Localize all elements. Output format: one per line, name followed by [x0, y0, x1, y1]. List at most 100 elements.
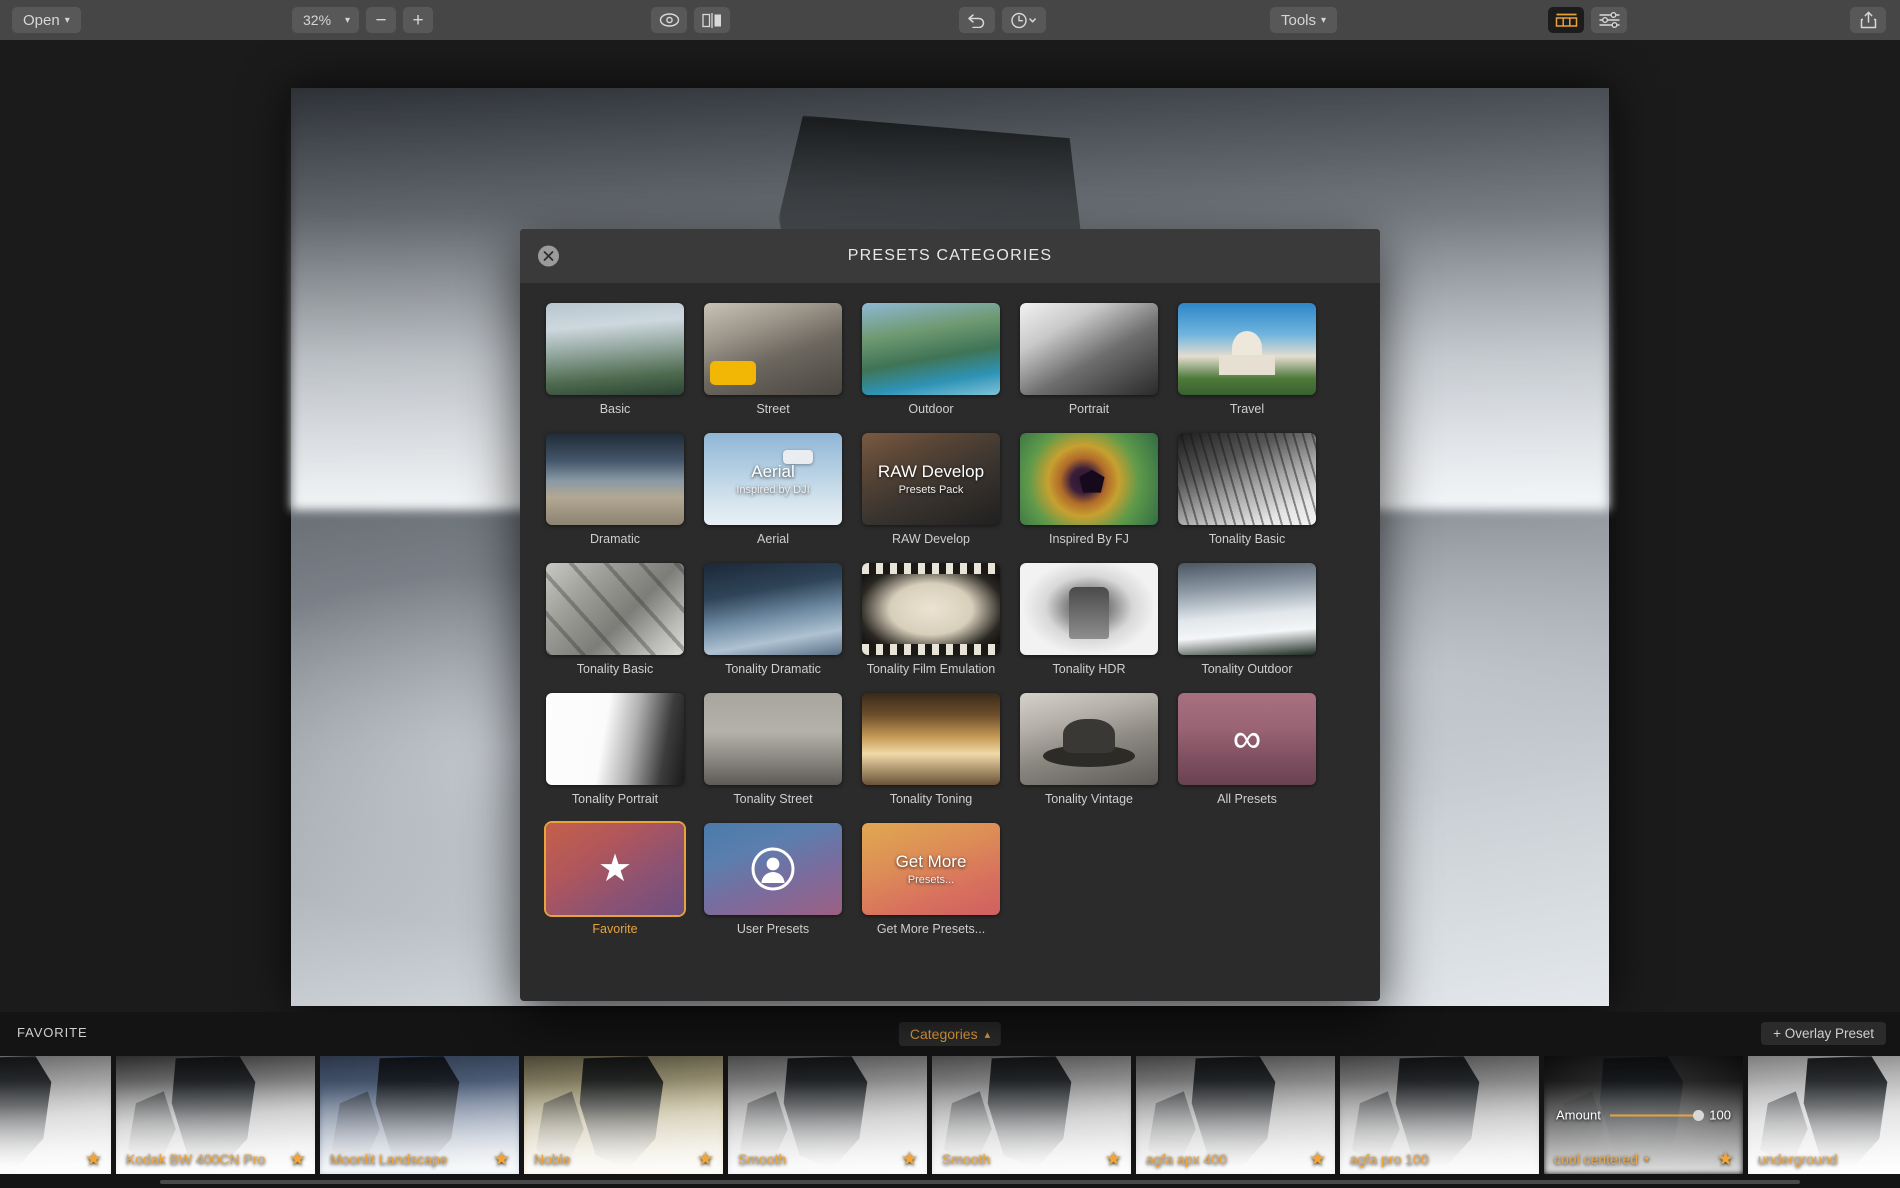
category-thumbnail	[1020, 563, 1158, 655]
zoom-out-button[interactable]: −	[366, 7, 397, 33]
category-tile-tonality-vintage[interactable]: Tonality Vintage	[1020, 693, 1158, 806]
category-tile-label: Get More Presets...	[876, 922, 986, 936]
zoom-level-value: 32%	[303, 12, 332, 28]
zoom-level-select[interactable]: 32% ▾	[292, 7, 360, 33]
category-tile-label: All Presets	[1217, 792, 1277, 806]
preset-thumbnail[interactable]: underground★	[1748, 1056, 1900, 1174]
category-tile-aerial[interactable]: Aerial Inspired by DJI Aerial	[704, 433, 842, 546]
category-tile-label: Tonality Outdoor	[1201, 662, 1293, 676]
category-thumbnail	[704, 563, 842, 655]
preview-toggle-button[interactable]	[651, 7, 687, 33]
favorite-star-icon[interactable]: ★	[493, 1150, 510, 1169]
preset-thumbnail[interactable]: Smooth ★	[932, 1056, 1131, 1174]
preset-name-label: agfa apx 400	[1146, 1151, 1227, 1167]
category-tile-label: Portrait	[1068, 402, 1110, 416]
close-x-icon	[543, 251, 554, 261]
tools-button[interactable]: Tools ▾	[1270, 7, 1338, 33]
chevron-down-icon[interactable]: ▾	[1644, 1154, 1649, 1165]
category-thumbnail: Aerial Inspired by DJI	[704, 433, 842, 525]
add-overlay-preset-button[interactable]: + Overlay Preset	[1761, 1022, 1886, 1045]
category-tile-tonality-hdr[interactable]: Tonality HDR	[1020, 563, 1158, 676]
category-tile-tonality-toning[interactable]: Tonality Toning	[862, 693, 1000, 806]
infinity-icon: ∞	[1232, 717, 1262, 761]
overlay-title: Aerial	[751, 462, 795, 481]
drone-body	[782, 449, 813, 464]
minus-icon: −	[375, 9, 387, 31]
category-tile-all-presets[interactable]: ∞ All Presets	[1178, 693, 1316, 806]
category-tile-label: Tonality Basic	[576, 662, 654, 676]
category-tile-tonality-basic[interactable]: Tonality Basic	[1178, 433, 1316, 546]
category-tile-tonality-film-emulation[interactable]: Tonality Film Emulation	[862, 563, 1000, 676]
category-thumbnail	[1178, 433, 1316, 525]
category-thumbnail	[546, 433, 684, 525]
category-row: ★ Favorite User Presets Get More Presets..…	[546, 823, 1354, 936]
preset-thumbnail[interactable]: Amount 100 cool centered ▾ ★	[1544, 1056, 1743, 1174]
preset-thumbnail[interactable]: agfa pro 100	[1340, 1056, 1539, 1174]
category-tile-tonality-dramatic[interactable]: Tonality Dramatic	[704, 563, 842, 676]
category-tile-tonality-portrait[interactable]: Tonality Portrait	[546, 693, 684, 806]
categories-toggle-button[interactable]: Categories ▴	[898, 1022, 1002, 1046]
preset-name: agfa pro 100	[1350, 1151, 1429, 1167]
category-tile-get-more-presets[interactable]: Get More Presets... Get More Presets...	[862, 823, 1000, 936]
presets-panel-button[interactable]	[1548, 7, 1584, 33]
category-thumbnail: ★	[546, 823, 684, 915]
preset-thumbnail[interactable]: Noble ★	[524, 1056, 723, 1174]
category-tile-tonality-basic[interactable]: Tonality Basic	[546, 563, 684, 676]
top-toolbar: Open ▾ 32% ▾ − + Tools ▾	[0, 0, 1900, 40]
preset-thumbnail[interactable]: uper 400★	[0, 1056, 111, 1174]
open-group: Open ▾	[12, 7, 81, 33]
category-tile-inspired-by-fj[interactable]: Inspired By FJ	[1020, 433, 1158, 546]
favorite-star-icon[interactable]: ★	[289, 1150, 306, 1169]
preset-thumbnail[interactable]: Smooth ★	[728, 1056, 927, 1174]
history-button[interactable]	[1002, 7, 1046, 33]
favorite-star-icon[interactable]: ★	[85, 1150, 102, 1169]
favorite-star-icon[interactable]: ★	[1105, 1150, 1122, 1169]
zoom-in-button[interactable]: +	[403, 7, 434, 33]
amount-slider-knob[interactable]	[1693, 1109, 1705, 1121]
filmstrip-scrollbar[interactable]	[160, 1180, 1800, 1184]
favorite-star-icon[interactable]: ★	[901, 1150, 918, 1169]
category-tile-basic[interactable]: Basic	[546, 303, 684, 416]
category-tile-user-presets[interactable]: User Presets	[704, 823, 842, 936]
favorite-star-icon[interactable]: ★	[697, 1150, 714, 1169]
preset-thumbnail[interactable]: Moonlit Landscape ★	[320, 1056, 519, 1174]
category-tile-label: Tonality Street	[733, 792, 813, 806]
undo-button[interactable]	[959, 7, 995, 33]
shadow-lines	[546, 563, 684, 655]
favorite-star-icon[interactable]: ★	[1717, 1150, 1734, 1169]
chevron-down-icon: ▾	[345, 15, 351, 26]
favorite-star-icon[interactable]: ★	[1309, 1150, 1326, 1169]
close-button[interactable]	[538, 245, 559, 267]
category-thumbnail	[862, 693, 1000, 785]
share-button[interactable]	[1850, 7, 1886, 33]
category-tile-raw-develop[interactable]: RAW Develop Presets Pack RAW Develop	[862, 433, 1000, 546]
filmstrip-category-title: FAVORITE	[17, 1025, 88, 1040]
category-row: Tonality Basic Tonality Dramatic Tonality…	[546, 563, 1354, 676]
filmstrip-track: uper 400★ Kodak BW 400CN Pro ★ Moonlit La…	[0, 1056, 1900, 1176]
category-tile-favorite[interactable]: ★ Favorite	[546, 823, 684, 936]
share-export-icon	[1860, 11, 1876, 29]
preset-thumbnail[interactable]: agfa apx 400 ★	[1136, 1056, 1335, 1174]
category-tile-portrait[interactable]: Portrait	[1020, 303, 1158, 416]
preset-name-label: Noble	[534, 1151, 571, 1167]
taj-base	[1219, 354, 1275, 375]
category-tile-dramatic[interactable]: Dramatic	[546, 433, 684, 546]
category-tile-street[interactable]: Street	[704, 303, 842, 416]
category-tile-tonality-street[interactable]: Tonality Street	[704, 693, 842, 806]
amount-label: Amount	[1556, 1107, 1601, 1123]
category-tile-travel[interactable]: Travel	[1178, 303, 1316, 416]
category-tile-label: Travel	[1229, 402, 1265, 416]
preset-name-label: cool centered	[1554, 1151, 1639, 1167]
plus-icon: +	[412, 9, 424, 31]
category-tile-label: Tonality Portrait	[571, 792, 659, 806]
preset-thumbnail[interactable]: Kodak BW 400CN Pro ★	[116, 1056, 315, 1174]
category-tile-tonality-outdoor[interactable]: Tonality Outdoor	[1178, 563, 1316, 676]
compare-split-button[interactable]	[694, 7, 730, 33]
category-tile-label: Street	[756, 402, 790, 416]
open-button[interactable]: Open ▾	[12, 7, 81, 33]
category-tile-outdoor[interactable]: Outdoor	[862, 303, 1000, 416]
preset-name: Noble	[534, 1151, 571, 1167]
share-group	[1850, 7, 1886, 33]
amount-slider[interactable]	[1609, 1109, 1705, 1121]
adjustments-panel-button[interactable]	[1591, 7, 1627, 33]
